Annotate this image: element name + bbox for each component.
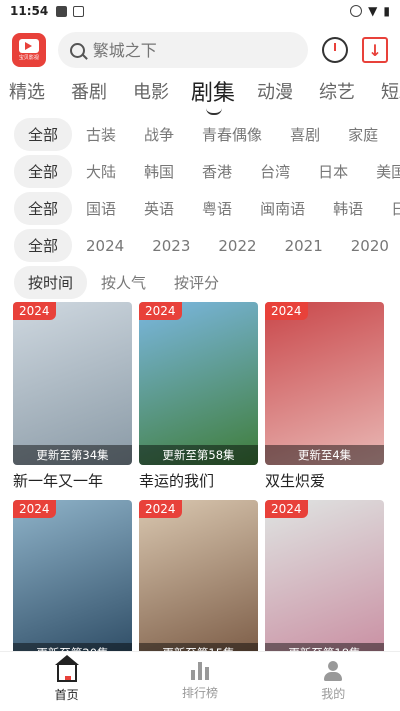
drama-card[interactable]: 2024 更新至第34集 新一年又一年 — [13, 302, 132, 490]
category-tab[interactable]: 综艺 — [306, 78, 368, 104]
dnd-icon — [350, 5, 363, 17]
year-badge: 2024 — [13, 500, 56, 518]
filter-chip-language[interactable]: 全部 — [14, 192, 73, 225]
filter-chip-year[interactable]: 2020 — [337, 231, 400, 261]
year-badge: 2024 — [139, 500, 182, 518]
category-tab[interactable]: 电影 — [120, 78, 182, 104]
poster-image[interactable]: 2024更新至第18集 — [265, 500, 384, 663]
filter-chip-genre[interactable]: 喜剧 — [276, 118, 334, 151]
profile-icon — [323, 661, 343, 681]
filter-chip-genre[interactable]: 古装 — [72, 118, 130, 151]
status-time: 11:54 — [10, 4, 49, 18]
drama-card[interactable]: 2024 更新至4集双生炽爱 — [265, 302, 384, 490]
bottom-navigation: 首页 排行榜 我的 — [0, 651, 400, 711]
filter-chip-region[interactable]: 日本 — [304, 155, 362, 188]
nav-profile[interactable]: 我的 — [293, 661, 373, 702]
filter-row-year: 全部202420232022202120202 — [14, 227, 400, 264]
nav-ranking-label: 排行榜 — [181, 686, 218, 700]
poster-image[interactable]: 2024 更新至第58集 — [139, 302, 258, 465]
poster-image[interactable]: 2024更新至第15集 — [139, 500, 258, 663]
category-tab[interactable]: 动漫 — [244, 78, 306, 104]
filter-chip-language[interactable]: 日 — [377, 192, 400, 225]
nav-home[interactable]: 首页 — [27, 655, 107, 703]
filter-row-sort: 按时间 按人气 按评分 — [14, 264, 400, 301]
gallery-notification-icon — [56, 5, 68, 17]
nav-home-label: 首页 — [54, 688, 79, 702]
logo-caption: 宝贝影视 — [18, 55, 39, 61]
filter-chip-language[interactable]: 粤语 — [188, 192, 246, 225]
notification-icon — [73, 5, 85, 17]
status-bar: 11:54 ▼ ▮ — [0, 0, 400, 22]
episode-update-label: 更新至第58集 — [139, 445, 258, 465]
drama-card[interactable]: 2024 更新至第58集 幸运的我们 — [139, 302, 258, 490]
filter-panel: 全部 古装 战争 青春偶像 喜剧 家庭 全部 大陆 韩国 香港 台湾 日本 美国 全部 国语 英语 粤语 闽南… — [14, 116, 400, 301]
filter-chip-region[interactable]: 全部 — [14, 155, 73, 188]
filter-chip-region[interactable]: 韩国 — [130, 155, 188, 188]
year-badge: 2024 — [13, 302, 56, 320]
tv-icon — [18, 39, 39, 53]
category-tab[interactable]: 精选 — [0, 78, 58, 104]
filter-chip-region[interactable]: 美国 — [362, 155, 400, 188]
year-badge: 2024 — [139, 302, 182, 320]
filter-chip-genre[interactable]: 家庭 — [334, 118, 392, 151]
filter-chip-sort[interactable]: 按时间 — [14, 266, 88, 299]
poster-image[interactable]: 2024 更新至4集 — [265, 302, 384, 465]
episode-update-label: 更新至第34集 — [13, 445, 132, 465]
history-icon[interactable] — [322, 37, 349, 63]
drama-title[interactable]: 新一年又一年 — [13, 470, 132, 490]
episode-update-label: 更新至4集 — [265, 445, 384, 465]
filter-chip-language[interactable]: 韩语 — [319, 192, 377, 225]
category-tab[interactable]: 番剧 — [58, 78, 120, 104]
app-logo: 宝贝影视 — [12, 33, 46, 67]
filter-chip-year[interactable]: 2023 — [138, 231, 204, 261]
rank-icon — [190, 662, 209, 680]
filter-chip-year[interactable]: 2021 — [271, 231, 337, 261]
filter-chip-sort[interactable]: 按人气 — [87, 266, 160, 299]
filter-chip-genre[interactable]: 全部 — [14, 118, 73, 151]
filter-chip-genre[interactable]: 青春偶像 — [188, 118, 276, 151]
search-bar[interactable] — [57, 32, 309, 68]
battery-icon: ▮ — [383, 4, 390, 18]
filter-row-region: 全部 大陆 韩国 香港 台湾 日本 美国 — [14, 153, 400, 190]
app-header: 宝贝影视 ↓ — [0, 28, 400, 72]
wifi-icon: ▼ — [368, 4, 378, 18]
nav-ranking[interactable]: 排行榜 — [160, 662, 240, 701]
category-tab[interactable]: 短剧 — [368, 78, 400, 104]
filter-chip-region[interactable]: 香港 — [188, 155, 246, 188]
filter-chip-sort[interactable]: 按评分 — [160, 266, 233, 299]
nav-profile-label: 我的 — [321, 687, 346, 701]
home-icon — [54, 655, 79, 682]
filter-chip-year[interactable]: 2022 — [204, 231, 270, 261]
filter-chip-region[interactable]: 台湾 — [246, 155, 304, 188]
drama-title[interactable]: 幸运的我们 — [139, 470, 258, 490]
filter-chip-language[interactable]: 闽南语 — [246, 192, 319, 225]
poster-image[interactable]: 2024 更新至第34集 — [13, 302, 132, 465]
filter-chip-genre[interactable]: 战争 — [130, 118, 188, 151]
category-tabs: 精选番剧电影剧集动漫综艺短剧 — [0, 75, 400, 115]
category-tab[interactable]: 剧集 — [182, 75, 244, 115]
filter-chip-language[interactable]: 国语 — [72, 192, 130, 225]
year-badge: 2024 — [265, 500, 308, 518]
drama-title[interactable]: 双生炽爱 — [265, 470, 384, 490]
search-icon — [69, 42, 85, 58]
filter-chip-language[interactable]: 英语 — [130, 192, 188, 225]
filter-row-genre: 全部 古装 战争 青春偶像 喜剧 家庭 — [14, 116, 400, 153]
filter-chip-year[interactable]: 全部 — [14, 229, 73, 262]
filter-chip-year[interactable]: 2024 — [72, 231, 138, 261]
filter-row-language: 全部 国语 英语 粤语 闽南语 韩语日 — [14, 190, 400, 227]
filter-chip-region[interactable]: 大陆 — [72, 155, 130, 188]
poster-image[interactable]: 2024更新至第20集 — [13, 500, 132, 663]
year-badge: 2024 — [265, 302, 308, 320]
search-input[interactable] — [92, 40, 273, 60]
download-icon[interactable]: ↓ — [362, 37, 389, 63]
drama-grid: 2024 更新至第34集 新一年又一年 2024 更新至第58集 幸运的我们 2024 更新至… — [13, 302, 400, 698]
